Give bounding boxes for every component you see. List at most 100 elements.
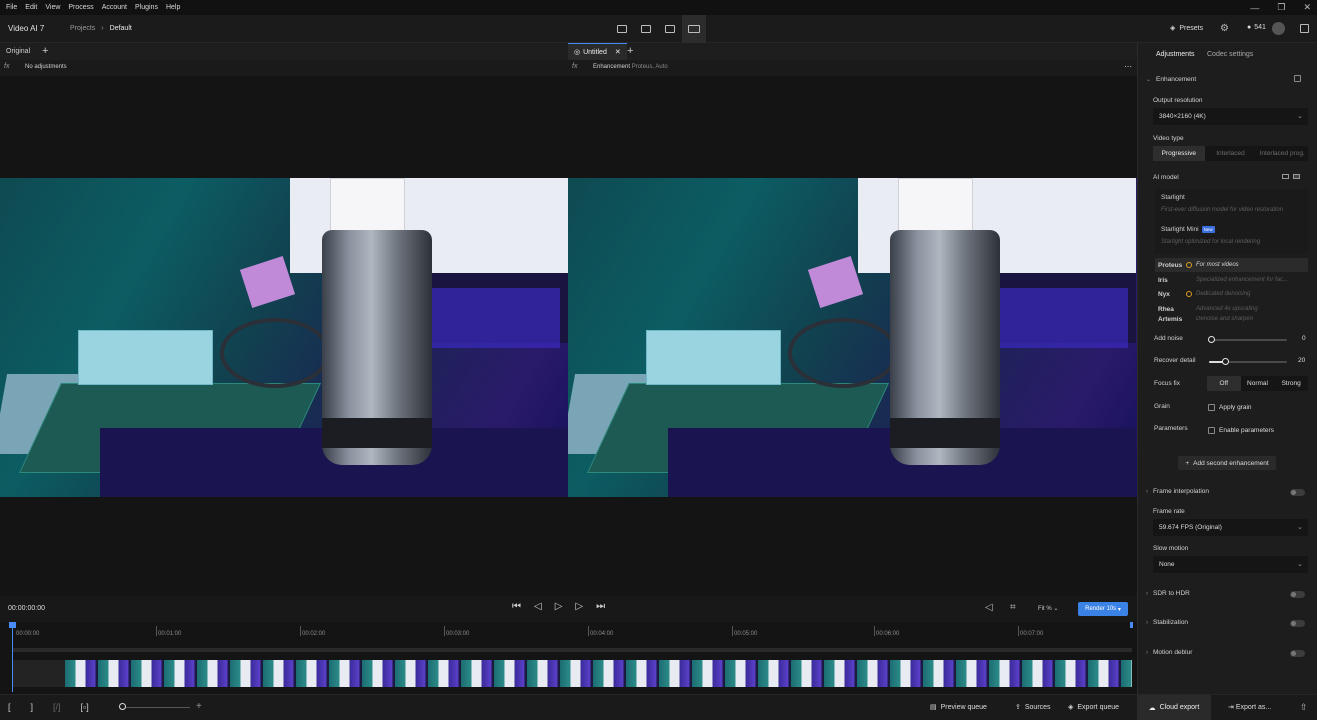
stabilization-toggle[interactable] [1290, 620, 1305, 627]
tab-original[interactable]: Original [0, 43, 36, 60]
view-side-by-side-button[interactable] [682, 15, 706, 43]
model-desc: Advanced 4x upscaling [1196, 306, 1258, 312]
export-queue-button[interactable]: ◈ Export queue [1068, 703, 1119, 712]
step-forward-icon[interactable]: ▷ [575, 601, 583, 612]
cloud-export-button[interactable]: ☁ Cloud export [1137, 695, 1211, 720]
step-back-icon[interactable]: ◁ [534, 601, 542, 612]
menu-process[interactable]: Process [68, 4, 93, 11]
gear-icon[interactable]: ⚙ [1220, 23, 1229, 34]
out-point-marker[interactable] [1130, 622, 1133, 628]
stabilization-label: Stabilization [1153, 619, 1189, 626]
model-row-nyx[interactable]: Nyx Dedicated denoising [1155, 287, 1308, 301]
add-tab-right-icon[interactable]: + [627, 45, 633, 57]
chevron-down-icon: ⌄ [1297, 524, 1303, 531]
sdr-to-hdr-toggle[interactable] [1290, 591, 1305, 598]
output-resolution-select[interactable]: 3840×2160 (4K) ⌄ [1153, 108, 1308, 125]
sources-button[interactable]: ⇪ Sources [1015, 703, 1051, 712]
close-window-button[interactable]: ✕ [1303, 2, 1311, 13]
zoom-fit-select[interactable]: Fit % ⌄ [1038, 605, 1058, 612]
share-icon[interactable]: ⇧ [1300, 702, 1308, 713]
avatar[interactable] [1272, 22, 1285, 35]
tab-untitled[interactable]: ◎ Untitled ✕ [568, 43, 627, 60]
mark-out-icon[interactable]: ] [31, 702, 34, 712]
ruler-label: 00:02:00 [302, 631, 326, 637]
model-name: Artemis [1158, 316, 1183, 323]
presets-button[interactable]: ◈ Presets [1170, 24, 1204, 33]
mark-in-icon[interactable]: [ [8, 702, 11, 712]
frame-rate-select[interactable]: 59.674 FPS (Original) ⌄ [1153, 519, 1308, 536]
panel-toggle-icon[interactable] [1300, 24, 1309, 33]
playhead[interactable] [12, 624, 13, 692]
video-type-progressive[interactable]: Progressive [1153, 146, 1205, 161]
menu-plugins[interactable]: Plugins [135, 4, 158, 11]
model-row-artemis[interactable]: Artemis Denoise and sharpen [1155, 316, 1308, 325]
video-clip-thumbnails[interactable] [65, 660, 1132, 687]
preview-queue-button[interactable]: ▤ Preview queue [930, 703, 987, 712]
tab-codec-settings[interactable]: Codec settings [1207, 51, 1253, 58]
clip-range-icon[interactable]: [▫] [81, 702, 89, 712]
render-button[interactable]: Render 10s ▾ [1078, 602, 1128, 616]
view-original-button[interactable] [634, 15, 658, 43]
slow-motion-select[interactable]: None ⌄ [1153, 556, 1308, 573]
menu-account[interactable]: Account [102, 4, 127, 11]
timeline-zoom-knob[interactable] [119, 703, 126, 710]
frame-interpolation-toggle[interactable] [1290, 489, 1305, 496]
sdr-to-hdr-header[interactable]: › SDR to HDR [1146, 590, 1190, 597]
video-viewer [0, 76, 1137, 596]
focus-fix-strong[interactable]: Strong [1274, 376, 1308, 391]
apply-grain-checkbox[interactable] [1208, 404, 1215, 411]
add-noise-knob[interactable] [1208, 336, 1215, 343]
add-second-enhancement-button[interactable]: + Add second enhancement [1178, 456, 1276, 470]
skip-end-icon[interactable]: ⏭ [596, 601, 605, 612]
zoom-in-icon[interactable]: + [196, 701, 202, 712]
view-split-button[interactable] [658, 15, 682, 43]
menu-edit[interactable]: Edit [25, 4, 37, 11]
video-type-interlaced[interactable]: Interlaced [1205, 146, 1257, 161]
tab-adjustments[interactable]: Adjustments [1156, 51, 1195, 58]
export-as-button[interactable]: ⇥ Export as... [1228, 703, 1271, 711]
list-view-icon[interactable] [1293, 174, 1300, 179]
breadcrumb-default[interactable]: Default [110, 25, 132, 32]
model-card-starlight-mini[interactable]: Starlight Mini New Starlight optimized fo… [1155, 221, 1308, 254]
add-noise-slider[interactable] [1211, 339, 1287, 341]
crop-icon[interactable]: ⌗ [1010, 602, 1016, 613]
timecode: 00:00:00:00 [8, 605, 45, 612]
menu-view[interactable]: View [45, 4, 60, 11]
menu-help[interactable]: Help [166, 4, 180, 11]
menu-file[interactable]: File [6, 4, 17, 11]
frame-interpolation-header[interactable]: › Frame interpolation [1146, 488, 1209, 495]
more-icon[interactable]: ⋯ [1124, 62, 1132, 71]
timeline-zoom-slider[interactable] [120, 707, 190, 708]
model-card-starlight[interactable]: Starlight First-ever diffusion model for… [1155, 189, 1308, 222]
chevron-right-icon: › [1146, 590, 1148, 597]
focus-fix-normal[interactable]: Normal [1241, 376, 1275, 391]
motion-deblur-header[interactable]: › Motion deblur [1146, 649, 1192, 656]
volume-icon[interactable]: ◁ [985, 602, 993, 613]
recover-detail-knob[interactable] [1221, 358, 1229, 365]
breadcrumb-projects[interactable]: Projects [70, 25, 95, 32]
enable-parameters-checkbox[interactable] [1208, 427, 1215, 434]
maximize-button[interactable]: ❐ [1277, 2, 1285, 13]
lock-icon[interactable] [1294, 75, 1301, 82]
add-tab-left-icon[interactable]: + [42, 45, 48, 57]
video-type-interlaced-prog[interactable]: Interlaced prog. [1256, 146, 1308, 161]
model-row-proteus[interactable]: Proteus For most videos [1155, 258, 1308, 272]
skip-start-icon[interactable]: ⏮ [512, 601, 521, 612]
credits-badge[interactable]: ● 541 [1247, 24, 1266, 31]
model-desc: For most videos [1196, 262, 1239, 268]
motion-deblur-toggle[interactable] [1290, 650, 1305, 657]
grid-view-icon[interactable] [1282, 174, 1289, 179]
focus-fix-off[interactable]: Off [1207, 376, 1241, 391]
chevron-right-icon: › [1146, 649, 1148, 656]
split-icon[interactable]: [/] [53, 702, 61, 712]
enhancement-section-header[interactable]: ⌄ Enhancement [1146, 76, 1196, 83]
model-row-rhea[interactable]: Rhea Advanced 4x upscaling [1155, 302, 1308, 316]
play-icon[interactable]: ▷ [555, 601, 563, 612]
view-single-button[interactable] [610, 15, 634, 43]
model-row-iris[interactable]: Iris Specialized enhancement for fac... [1155, 273, 1308, 287]
focus-fix-selector: Off Normal Strong [1207, 376, 1308, 391]
presets-label: Presets [1179, 24, 1204, 32]
minimize-button[interactable]: — [1250, 3, 1259, 13]
close-tab-icon[interactable]: ✕ [615, 48, 621, 56]
stabilization-header[interactable]: › Stabilization [1146, 619, 1188, 626]
